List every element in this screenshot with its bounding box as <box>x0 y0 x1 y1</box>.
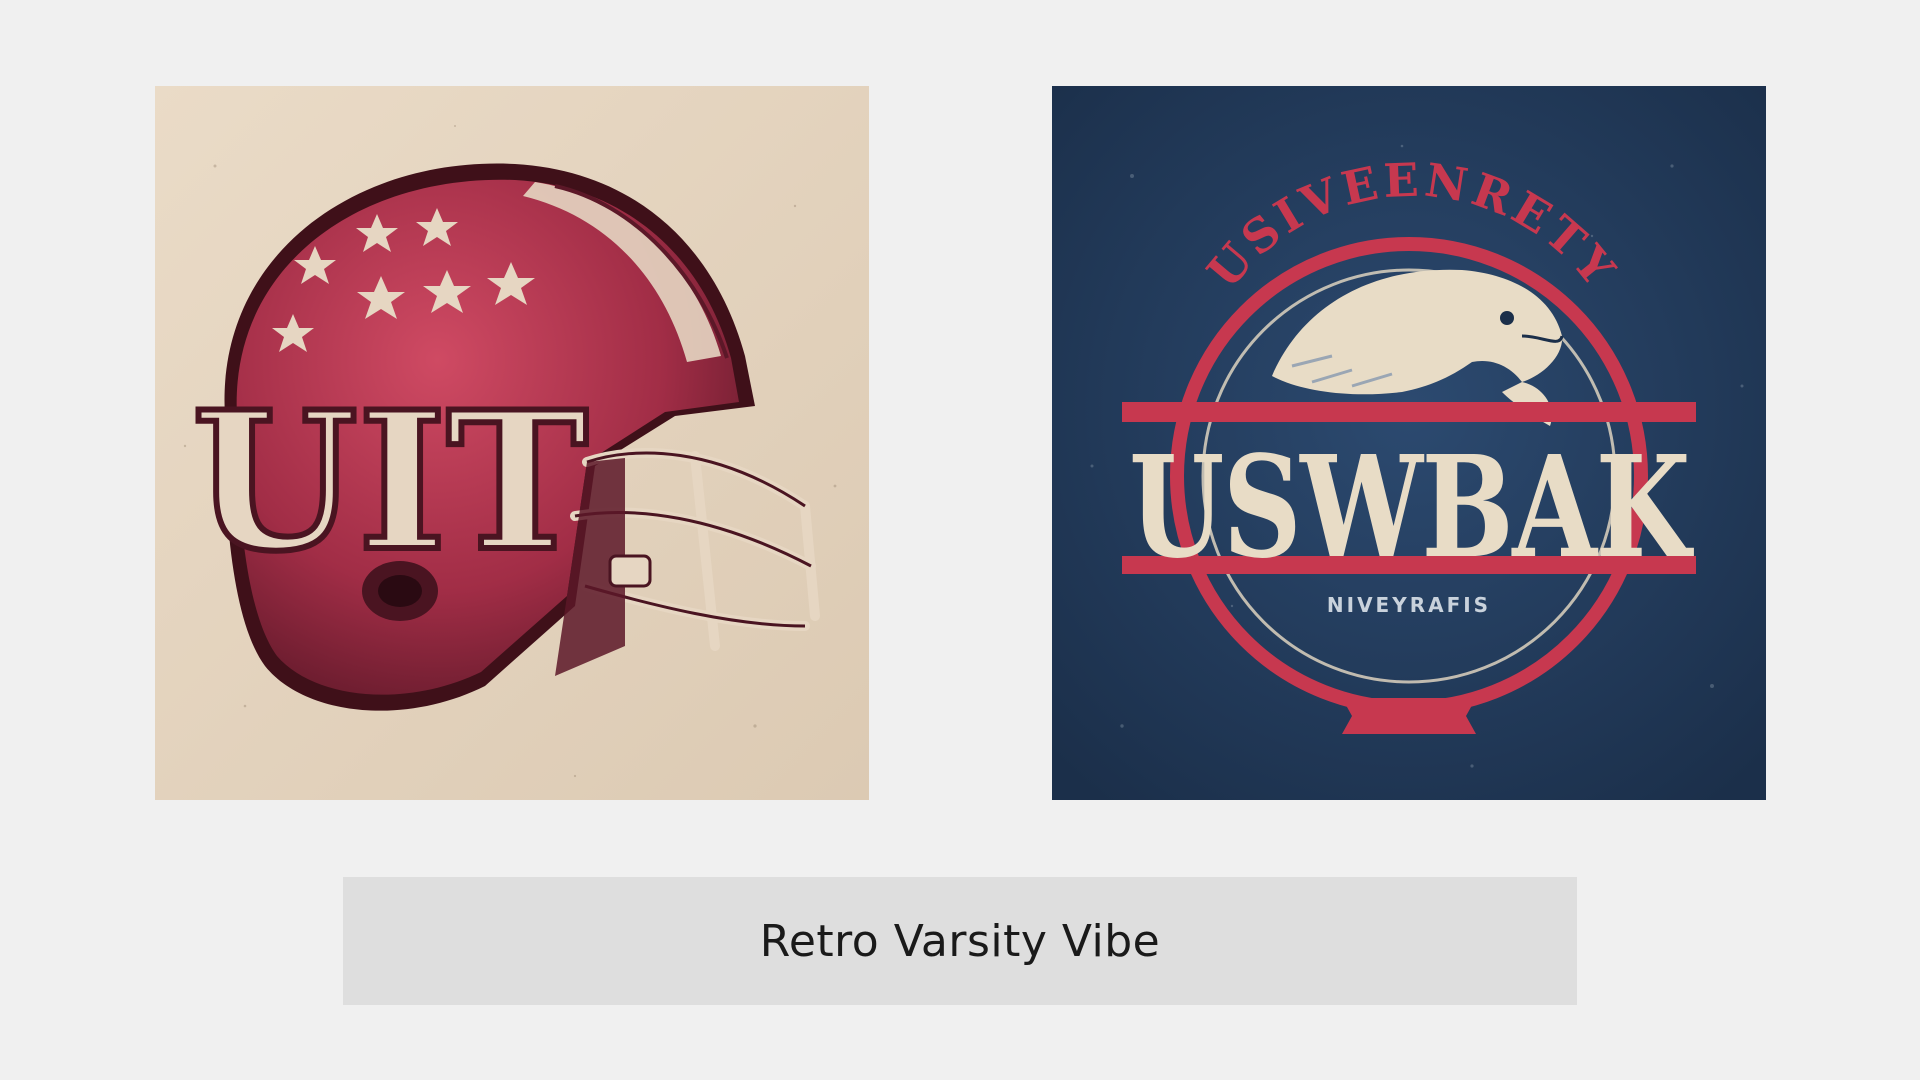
helmet-letters: UIT <box>192 370 588 593</box>
eagle-logo-card[interactable]: USIVEENRETY USWBAK NIVEYRAFIS <box>1052 86 1766 800</box>
caption-text: Retro Varsity Vibe <box>759 915 1161 967</box>
eagle-logo-image: USIVEENRETY USWBAK NIVEYRAFIS <box>1052 86 1766 800</box>
small-text: NIVEYRAFIS <box>1327 593 1491 617</box>
helmet-logo-card[interactable]: UIT <box>155 86 869 800</box>
canvas: UIT USIVEENRETY USWBAK NIVEYRAFIS Retro … <box>0 0 1920 1080</box>
main-letters: USWBAK <box>1129 426 1694 590</box>
helmet-logo-image: UIT <box>155 86 869 800</box>
caption-bar: Retro Varsity Vibe <box>343 877 1577 1005</box>
